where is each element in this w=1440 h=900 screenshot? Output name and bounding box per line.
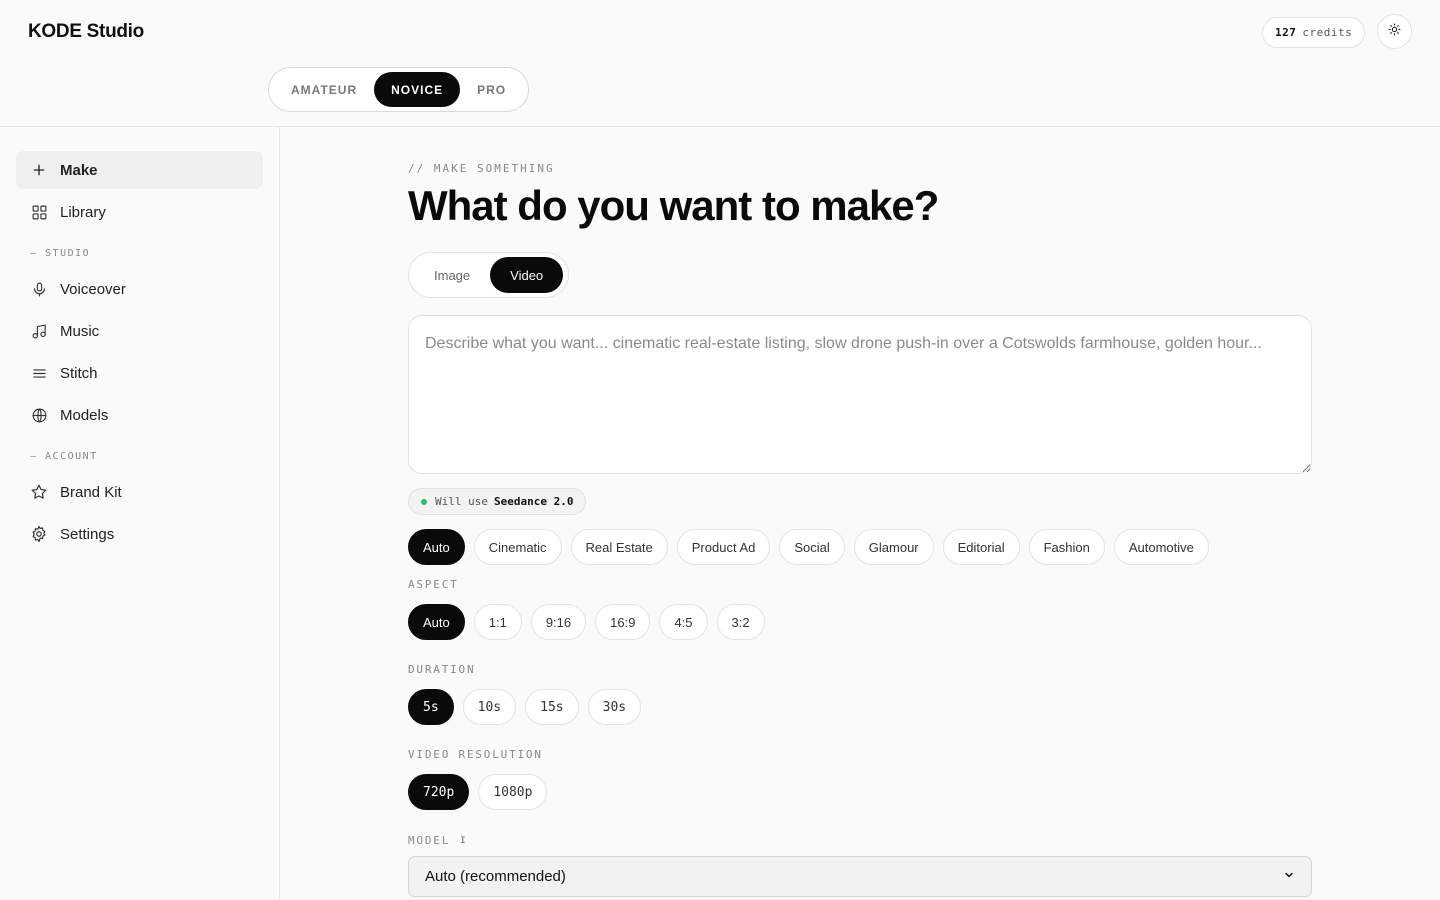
mode-image[interactable]: Image — [414, 257, 490, 293]
sidebar-item-make[interactable]: Make — [16, 151, 263, 189]
aspect-chip-row: Auto 1:1 9:16 16:9 4:5 3:2 — [408, 604, 765, 640]
sidebar-section-studio: — STUDIO — [30, 248, 91, 259]
grid-icon — [30, 203, 48, 221]
app-title: KODE Studio — [28, 21, 144, 42]
model-hint-badge: Will use Seedance 2.0 — [408, 488, 587, 515]
aspect-chip-3-2[interactable]: 3:2 — [716, 604, 765, 640]
model-hint-prefix: Will use — [435, 495, 488, 508]
status-dot — [421, 498, 427, 505]
sidebar-item-music[interactable]: Music — [16, 312, 263, 350]
top-header: KODE Studio AMATEUR NOVICE PRO 127 credi… — [0, 0, 1440, 127]
style-chip-cinematic[interactable]: Cinematic — [473, 529, 562, 565]
level-amateur[interactable]: AMATEUR — [274, 72, 374, 107]
level-pro[interactable]: PRO — [460, 72, 523, 107]
model-select-value: Auto (recommended) — [425, 868, 566, 885]
model-hint-name: Seedance 2.0 — [493, 495, 574, 508]
sidebar-item-label: Brand Kit — [60, 483, 122, 501]
resolution-chip-1080p[interactable]: 1080p — [478, 774, 548, 810]
style-chip-real-estate[interactable]: Real Estate — [570, 529, 668, 565]
sun-icon — [1388, 23, 1401, 41]
sidebar-item-label: Models — [60, 406, 109, 424]
duration-chip-row: 5s 10s 15s 30s — [408, 689, 642, 725]
mic-icon — [30, 280, 48, 298]
music-note-icon — [30, 322, 48, 340]
plus-icon — [30, 161, 48, 179]
level-selector: AMATEUR NOVICE PRO — [268, 67, 530, 112]
info-icon[interactable]: I — [460, 836, 465, 846]
sidebar: Make Library — STUDIO Voiceover Music St… — [0, 127, 280, 900]
style-chip-fashion[interactable]: Fashion — [1028, 529, 1105, 565]
sidebar-item-voiceover[interactable]: Voiceover — [16, 270, 263, 308]
sidebar-item-settings[interactable]: Settings — [16, 515, 263, 553]
sidebar-item-label: Music — [60, 322, 100, 340]
star-icon — [30, 483, 48, 501]
aspect-chip-1-1[interactable]: 1:1 — [473, 604, 522, 640]
sidebar-item-brand-kit[interactable]: Brand Kit — [16, 473, 263, 511]
sidebar-item-stitch[interactable]: Stitch — [16, 354, 263, 392]
sidebar-item-label: Library — [60, 203, 106, 221]
mode-video[interactable]: Video — [490, 257, 564, 293]
style-chip-row: Auto Cinematic Real Estate Product Ad So… — [408, 529, 1209, 565]
globe-icon — [30, 406, 48, 424]
sidebar-item-label: Make — [60, 161, 98, 179]
credits-badge[interactable]: 127 credits — [1262, 17, 1366, 48]
lines-icon — [30, 364, 48, 382]
prompt-input[interactable] — [408, 315, 1312, 474]
aspect-chip-9-16[interactable]: 9:16 — [530, 604, 587, 640]
aspect-chip-16-9[interactable]: 16:9 — [595, 604, 651, 640]
sidebar-item-label: Stitch — [60, 364, 98, 382]
style-chip-editorial[interactable]: Editorial — [942, 529, 1020, 565]
style-chip-automotive[interactable]: Automotive — [1113, 529, 1209, 565]
duration-chip-15s[interactable]: 15s — [525, 689, 579, 725]
resolution-chip-720p[interactable]: 720p — [408, 774, 470, 810]
sidebar-item-label: Voiceover — [60, 280, 126, 298]
credits-count: 127 — [1275, 26, 1297, 39]
model-label-row: MODEL I — [408, 834, 466, 847]
sidebar-section-account: — ACCOUNT — [30, 451, 98, 462]
mode-selector: Image Video — [408, 252, 570, 298]
sidebar-item-library[interactable]: Library — [16, 193, 263, 231]
style-chip-auto[interactable]: Auto — [408, 529, 465, 565]
page-title: What do you want to make? — [408, 182, 939, 229]
sidebar-item-label: Settings — [60, 525, 115, 543]
sidebar-item-models[interactable]: Models — [16, 396, 263, 434]
model-select[interactable]: Auto (recommended) — [408, 856, 1312, 897]
resolution-chip-row: 720p 1080p — [408, 774, 548, 810]
section-eyebrow: // MAKE SOMETHING — [408, 162, 555, 175]
model-label: MODEL — [408, 834, 451, 847]
aspect-label: ASPECT — [408, 578, 459, 591]
style-chip-social[interactable]: Social — [779, 529, 845, 565]
style-chip-product-ad[interactable]: Product Ad — [676, 529, 771, 565]
resolution-label: VIDEO RESOLUTION — [408, 748, 543, 761]
duration-label: DURATION — [408, 663, 476, 676]
level-novice[interactable]: NOVICE — [374, 72, 461, 107]
aspect-chip-4-5[interactable]: 4:5 — [659, 604, 708, 640]
aspect-chip-auto[interactable]: Auto — [408, 604, 465, 640]
duration-chip-10s[interactable]: 10s — [462, 689, 517, 725]
theme-toggle-button[interactable] — [1377, 14, 1412, 49]
credits-label: credits — [1302, 26, 1353, 39]
style-chip-glamour[interactable]: Glamour — [853, 529, 934, 565]
gear-icon — [30, 525, 48, 543]
chevron-down-icon — [1283, 868, 1295, 885]
duration-chip-30s[interactable]: 30s — [587, 689, 642, 725]
duration-chip-5s[interactable]: 5s — [408, 689, 454, 725]
